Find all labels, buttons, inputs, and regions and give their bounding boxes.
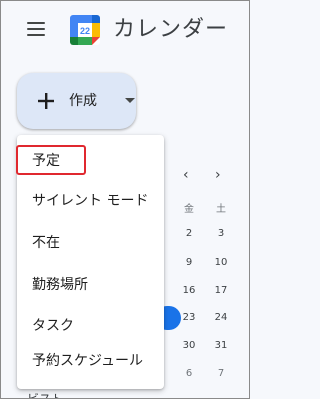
main-menu-icon[interactable] bbox=[27, 22, 45, 36]
calendar-day[interactable]: 6 bbox=[179, 368, 199, 379]
chevron-left-icon[interactable]: ‹ bbox=[183, 167, 189, 183]
partially-hidden-text: ビスト bbox=[27, 392, 64, 399]
top-bar: 22 カレンダー bbox=[1, 1, 249, 61]
app-title: カレンダー bbox=[113, 17, 229, 42]
calendar-day[interactable]: 24 bbox=[211, 312, 231, 323]
menu-item-out-of-office[interactable]: 不在 bbox=[17, 223, 164, 263]
calendar-day[interactable]: 7 bbox=[211, 368, 231, 379]
menu-item-focus-time[interactable]: サイレント モード bbox=[17, 181, 164, 221]
menu-item-appointment-schedule[interactable]: 予約スケジュール bbox=[17, 341, 164, 381]
calendar-logo-icon: 22 bbox=[70, 15, 100, 45]
calendar-day[interactable]: 30 bbox=[179, 340, 199, 351]
weekday-sat: 土 bbox=[216, 204, 226, 215]
calendar-day[interactable]: 9 bbox=[179, 257, 199, 268]
chevron-down-icon bbox=[125, 98, 135, 103]
create-button-label: 作成 bbox=[69, 93, 97, 109]
calendar-day[interactable]: 17 bbox=[211, 285, 231, 296]
calendar-day[interactable]: 31 bbox=[211, 340, 231, 351]
weekday-fri: 金 bbox=[184, 204, 194, 215]
calendar-day[interactable]: 10 bbox=[211, 257, 231, 268]
calendar-day[interactable]: 3 bbox=[211, 228, 231, 239]
app-frame: 22 カレンダー 作成 ‹ › 金 土 2 3 9 10 16 17 23 24… bbox=[0, 0, 250, 399]
chevron-right-icon[interactable]: › bbox=[215, 167, 221, 183]
highlight-box bbox=[16, 145, 86, 175]
calendar-day[interactable]: 23 bbox=[179, 312, 199, 323]
create-button[interactable]: 作成 bbox=[17, 73, 136, 129]
menu-item-task[interactable]: タスク bbox=[17, 306, 164, 346]
logo-day-number: 22 bbox=[80, 26, 90, 36]
calendar-day[interactable]: 2 bbox=[179, 228, 199, 239]
calendar-day[interactable]: 16 bbox=[179, 285, 199, 296]
menu-item-working-location[interactable]: 勤務場所 bbox=[17, 265, 164, 305]
plus-icon bbox=[38, 93, 54, 109]
